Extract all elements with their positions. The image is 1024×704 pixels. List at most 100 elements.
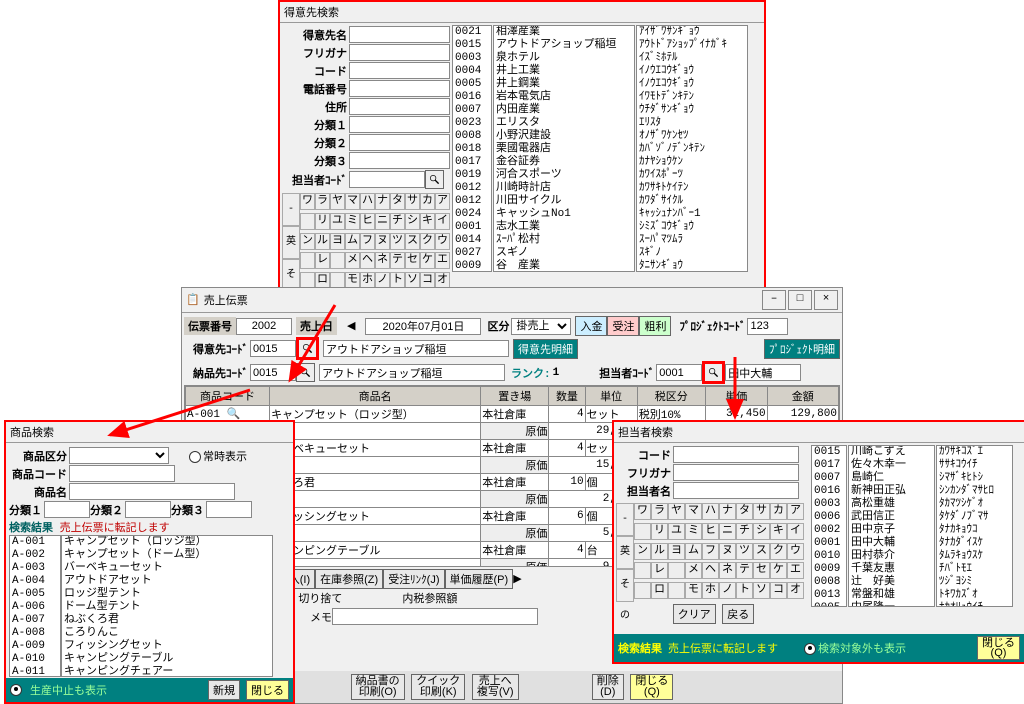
print-delivery-button[interactable]: 納品書の 印刷(O): [351, 674, 405, 700]
kana-key[interactable]: ン: [300, 233, 315, 250]
quick-print-button[interactable]: クイック 印刷(K): [411, 674, 465, 700]
cust-code-input[interactable]: [349, 62, 450, 79]
cust-cat2-input[interactable]: [349, 134, 450, 151]
kana-key[interactable]: カ: [420, 193, 435, 210]
kana-key[interactable]: カ: [770, 503, 787, 520]
kana-key[interactable]: ア: [435, 193, 450, 210]
cust-kana-list[interactable]: ｱｲｻﾞﾜｻﾝｷﾞｮｳｱｳﾄﾄﾞｱｼｮｯﾌﾟｲﾅｶﾞｷｲｽﾞﾐﾎﾃﾙｲﾉｳｴｺｳ…: [636, 25, 748, 272]
cust-furigana-input[interactable]: [349, 44, 450, 61]
kana-key[interactable]: [330, 252, 345, 269]
cust-tel-input[interactable]: [349, 80, 450, 97]
kana-key[interactable]: ヤ: [668, 503, 685, 520]
close-window-button[interactable]: ×: [814, 290, 838, 310]
kana-key[interactable]: ネ: [719, 562, 736, 579]
staff-furigana-input[interactable]: [673, 464, 799, 481]
staff-code-field[interactable]: [656, 364, 702, 381]
kana-key[interactable]: ハ: [360, 193, 375, 210]
staff-close-button[interactable]: 閉じる (Q): [977, 636, 1020, 660]
kana-key[interactable]: ニ: [375, 213, 390, 230]
staff-name-list[interactable]: 川崎こずえ佐々木幸一島崎仁新神田正弘高松重雄武田信正田中京子田中大輔田村恭介千葉…: [848, 445, 935, 607]
kana-key[interactable]: キ: [770, 523, 787, 540]
kana-key[interactable]: ツ: [390, 233, 405, 250]
kana-key[interactable]: ラ: [651, 503, 668, 520]
prod-cat1-input[interactable]: [44, 501, 90, 518]
kana-key[interactable]: ユ: [330, 213, 345, 230]
kana-key[interactable]: レ: [315, 252, 330, 269]
deliv-search-icon[interactable]: [296, 363, 315, 382]
kana-key[interactable]: ノ: [719, 582, 736, 599]
always-show-radio[interactable]: [189, 451, 201, 463]
kana-key[interactable]: モ: [685, 582, 702, 599]
staff-name-field[interactable]: [725, 364, 801, 381]
staff-kana-list[interactable]: ｶﾜｻｷｺｽﾞｴｻｻｷｺｳｲﾁｼﾏｻﾞｷﾋﾄｼｼﾝｶﾝﾀﾞﾏｻﾋﾛﾀｶﾏﾂｼｹﾞ…: [936, 445, 1013, 607]
staff-code-list[interactable]: 0015001700070016000300060002000100100009…: [811, 445, 847, 607]
kana-key[interactable]: ヤ: [330, 193, 345, 210]
prod-name-input[interactable]: [69, 483, 235, 500]
minimize-button[interactable]: –: [762, 290, 786, 310]
kana-key[interactable]: シ: [405, 213, 420, 230]
kana-key[interactable]: [300, 252, 315, 269]
kana-key[interactable]: ス: [405, 233, 420, 250]
kana-key[interactable]: シ: [753, 523, 770, 540]
staff-code-input[interactable]: [673, 446, 799, 463]
kana-key[interactable]: ラ: [315, 193, 330, 210]
stock-ref-button[interactable]: 在庫参照(Z): [315, 569, 383, 589]
kana-key[interactable]: ヌ: [375, 233, 390, 250]
deliv-code-field[interactable]: [250, 364, 296, 381]
prod-name-list[interactable]: キャンプセット（ロッジ型）キャンプセット（ドーム型）バーベキューセットアウトドア…: [61, 535, 273, 677]
deliv-name-field[interactable]: [319, 364, 505, 381]
cust-name-field[interactable]: [323, 340, 509, 357]
cust-search-icon[interactable]: [296, 337, 319, 360]
voucher-no-input[interactable]: [236, 318, 292, 335]
sale-date-input[interactable]: [365, 318, 481, 335]
kana-key[interactable]: ロ: [651, 582, 668, 599]
main-close-button[interactable]: 閉じる (Q): [630, 674, 673, 700]
kana-key[interactable]: イ: [787, 523, 804, 540]
prod-cat3-input[interactable]: [206, 501, 252, 518]
arari-button[interactable]: 粗利: [639, 316, 671, 336]
kana-key[interactable]: ユ: [668, 523, 685, 540]
price-history-button[interactable]: 単価履歴(P): [445, 569, 514, 589]
cust-cat1-input[interactable]: [349, 116, 450, 133]
cust-code-list[interactable]: 0021001500030004000500160007002300080018…: [452, 25, 492, 272]
new-product-button[interactable]: 新規: [208, 680, 240, 700]
kana-key[interactable]: フ: [702, 543, 719, 560]
kana-key[interactable]: ア: [787, 503, 804, 520]
kana-key[interactable]: タ: [390, 193, 405, 210]
kana-key[interactable]: ニ: [719, 523, 736, 540]
kana-key[interactable]: ヨ: [330, 233, 345, 250]
kana-key[interactable]: ナ: [375, 193, 390, 210]
kana-key[interactable]: ハ: [702, 503, 719, 520]
kana-key[interactable]: ト: [736, 582, 753, 599]
kana-key[interactable]: ヨ: [668, 543, 685, 560]
cust-cat3-input[interactable]: [349, 152, 450, 169]
kana-key[interactable]: ム: [345, 233, 360, 250]
cust-detail-button[interactable]: 得意先明細: [513, 339, 578, 359]
cust-addr-input[interactable]: [349, 98, 450, 115]
kana-key[interactable]: マ: [345, 193, 360, 210]
kana-key[interactable]: ヌ: [719, 543, 736, 560]
search-icon[interactable]: [425, 170, 444, 189]
staff-show-excluded-radio[interactable]: [804, 643, 816, 655]
prod-code-list[interactable]: A-001A-002A-003A-004A-005A-006A-007A-008…: [9, 535, 61, 677]
cust-code-field[interactable]: [250, 340, 296, 357]
kana-key[interactable]: ケ: [770, 562, 787, 579]
kana-key[interactable]: オ: [787, 582, 804, 599]
prod-close-button[interactable]: 閉じる: [246, 680, 289, 700]
kana-key[interactable]: ル: [651, 543, 668, 560]
kana-key[interactable]: [634, 523, 651, 540]
kana-key[interactable]: チ: [390, 213, 405, 230]
kana-key[interactable]: ミ: [685, 523, 702, 540]
copy-to-sales-button[interactable]: 売上へ 複写(V): [472, 674, 519, 700]
kana-key[interactable]: ミ: [345, 213, 360, 230]
kana-key[interactable]: メ: [345, 252, 360, 269]
kana-key[interactable]: マ: [685, 503, 702, 520]
show-discontinued-radio[interactable]: [10, 684, 22, 696]
delete-button[interactable]: 削除 (D): [592, 674, 624, 700]
kana-key[interactable]: エ: [435, 252, 450, 269]
kana-key[interactable]: ナ: [719, 503, 736, 520]
kana-key[interactable]: リ: [315, 213, 330, 230]
kana-key[interactable]: チ: [736, 523, 753, 540]
kana-key[interactable]: ネ: [375, 252, 390, 269]
memo-input[interactable]: [332, 608, 538, 625]
